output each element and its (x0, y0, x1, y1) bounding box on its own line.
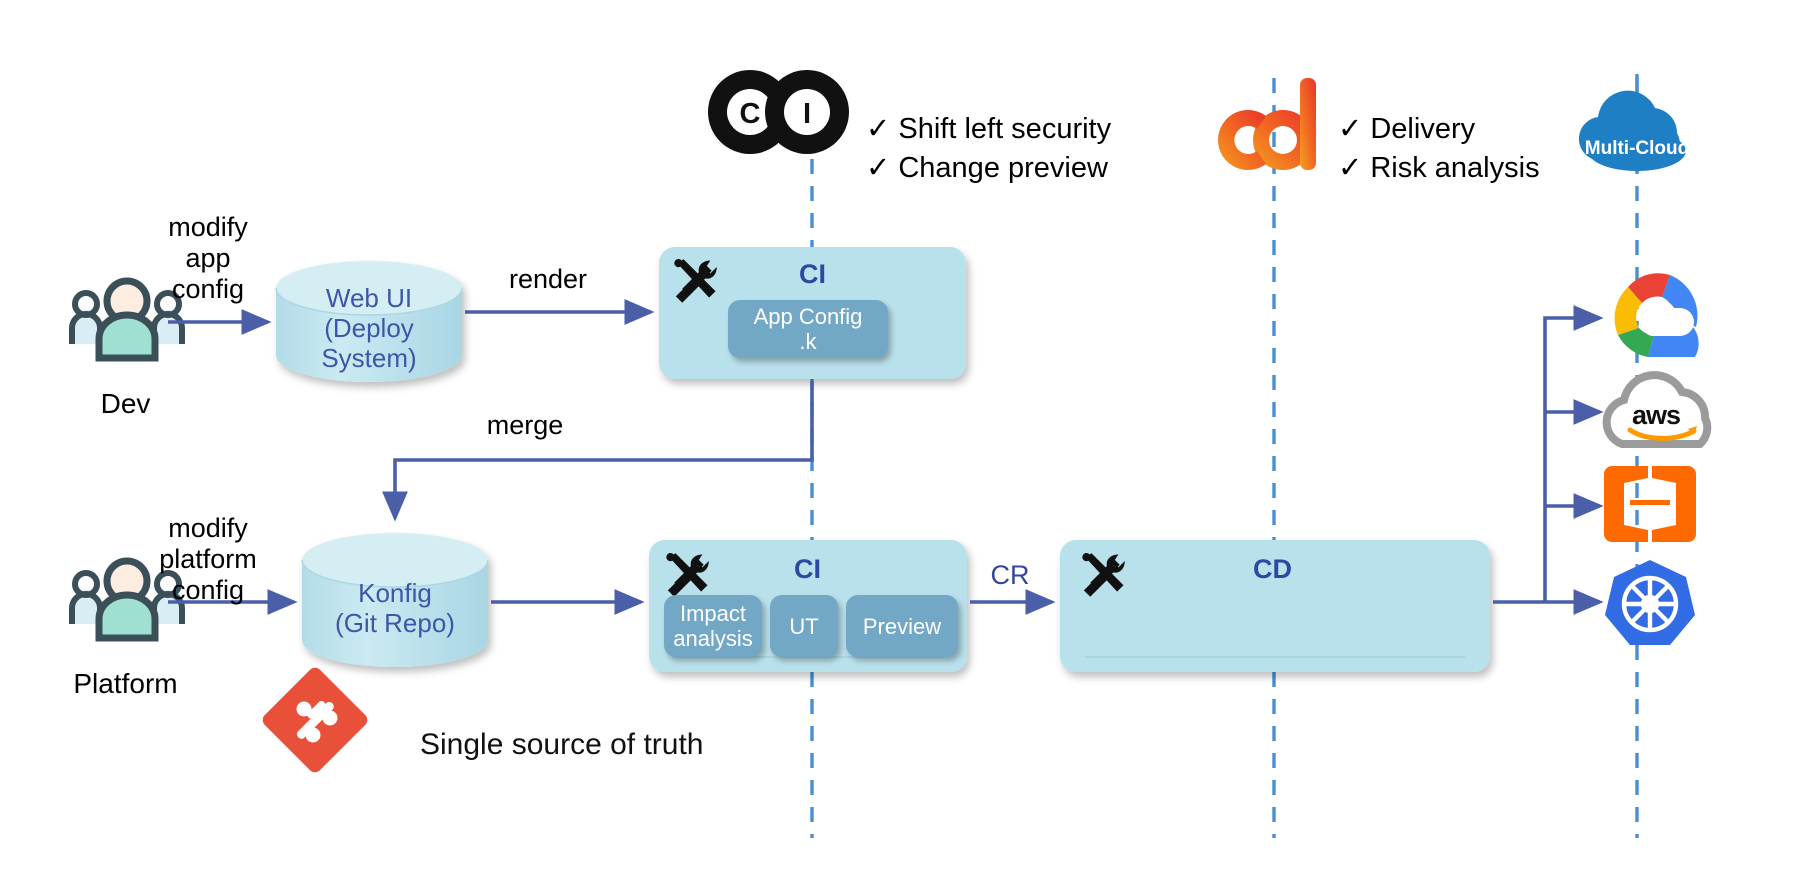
stage-title-ci-top: CI (799, 259, 826, 289)
chip-app-config[interactable]: App Config .k (728, 300, 888, 358)
store-label-web-ui: Web UI (Deploy System) (321, 283, 417, 373)
chip-impact-analysis[interactable]: Impact analysis (664, 595, 762, 657)
edge-label-modify-app-config: modify app config (168, 212, 248, 304)
swimlane-dashed-lines (810, 78, 1639, 838)
aws-bracket-icon (1604, 466, 1696, 542)
ci-infinity-logo: C I (708, 70, 849, 154)
diagram-canvas: C I Dev Platform modify app config modif… (0, 0, 1812, 892)
arrow-cd-to-gcp (1543, 305, 1604, 602)
chip-preview[interactable]: Preview (846, 595, 958, 657)
annotation-ci-bullets: ✓ Shift left security ✓ Change preview (866, 113, 1112, 184)
persona-label-platform: Platform (73, 668, 178, 699)
edge-label-modify-platform-config: modify platform config (159, 513, 257, 605)
edge-label-render: render (508, 264, 588, 294)
edge-label-merge: merge (486, 410, 564, 440)
svg-text:C: C (740, 98, 761, 130)
git-note-label: Single source of truth (420, 728, 704, 761)
stage-title-ci-bottom: CI (794, 554, 821, 584)
chip-ut[interactable]: UT (770, 595, 838, 657)
git-logo-icon (262, 667, 368, 773)
stage-title-cd: CD (1253, 554, 1292, 584)
edge-label-cr: CR (990, 560, 1030, 590)
persona-label-dev: Dev (100, 388, 151, 419)
kubernetes-icon (1605, 560, 1695, 645)
google-cloud-icon (1614, 273, 1699, 357)
cd-logo (1218, 78, 1316, 170)
multi-cloud-text: Multi-Cloud (1584, 138, 1690, 159)
aws-text: aws (1631, 400, 1681, 430)
svg-text:I: I (803, 98, 811, 130)
store-label-konfig: Konfig (Git Repo) (335, 578, 455, 638)
arrow-merge (382, 381, 814, 522)
